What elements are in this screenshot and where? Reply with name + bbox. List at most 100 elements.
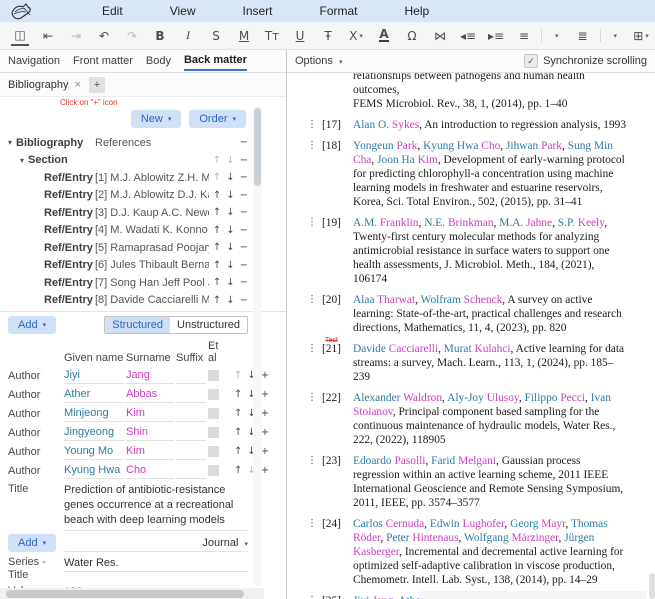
tab-navigation[interactable]: Navigation [8,52,60,70]
ref-entry-value[interactable]: [2] M.J. Ablowitz D.J. Kau [95,189,209,201]
tree-expand-icon[interactable]: ▾ [8,138,12,147]
given-name-field[interactable]: Ather [64,387,124,403]
font-color-icon[interactable]: A [375,26,393,46]
tree-row-ref-entry[interactable]: Ref/Entry [4] M. Wadati K. Konno Y.I ↑ ↓… [0,222,286,240]
author-surname[interactable]: Park [541,140,562,152]
italic-icon[interactable]: I [179,26,197,46]
author-surname[interactable]: Franklin [380,217,419,229]
given-name-field[interactable]: Jingyeong [64,425,124,441]
remove-icon[interactable]: − [240,225,248,236]
bib-entry[interactable]: ⋮ [20] Alaa Tharwat, Wolfram Schenck, A … [307,293,629,335]
remove-icon[interactable]: − [240,172,248,183]
author-surname[interactable]: Waldron [403,392,442,404]
bib-entry[interactable]: ⋮ [24] Carlos Cernuda, Edwin Lughofer, G… [307,517,629,587]
author-given-name[interactable]: A.M. [353,217,380,229]
move-up-icon[interactable]: ↑ [234,389,242,400]
author-surname[interactable]: Brinkman [448,217,494,229]
move-up-icon[interactable]: ↑ [213,172,221,183]
add-row-icon[interactable]: + [261,389,269,400]
tree-row-ref-entry[interactable]: Ref/Entry [5] Ramaprasad Poojary A ↑ ↓ − [0,239,286,257]
move-up-icon[interactable]: ↑ [234,408,242,419]
drag-handle-icon[interactable]: ⋮ [307,594,319,599]
author-given-name[interactable]: Joon Ha [377,154,418,166]
author-given-name[interactable]: Alaa [353,294,377,306]
menu-item-help[interactable]: Help [405,4,430,18]
remove-icon[interactable]: − [240,190,248,201]
author-given-name[interactable]: Jiyi [353,595,372,599]
menu-item-edit[interactable]: Edit [102,4,123,18]
author-surname[interactable]: Cacciarelli [389,343,438,355]
drag-handle-icon[interactable]: ⋮ [307,293,319,335]
undo-icon[interactable]: ↶ [95,26,113,46]
redo-icon[interactable]: ↷ [123,26,141,46]
author-given-name[interactable]: Sung Min [568,140,613,152]
author-surname[interactable]: Jahne [526,217,552,229]
move-up-icon[interactable]: ↑ [234,465,242,476]
synchronize-scrolling-checkbox[interactable]: ✓ [524,54,538,68]
strikethrough-icon[interactable]: S [207,26,225,46]
left-vertical-scrollbar[interactable] [253,106,262,586]
left-horizontal-scrollbar[interactable] [0,588,264,599]
author-given-name[interactable]: Edwin [430,518,463,530]
move-up-icon[interactable]: ↑ [213,242,221,253]
add-row-icon[interactable]: + [261,465,269,476]
author-surname[interactable]: Schenck [464,294,503,306]
author-surname[interactable]: Röder [353,532,380,544]
author-given-name[interactable]: Peter [386,532,412,544]
suffix-field[interactable] [176,444,206,460]
mode-tab-unstructured[interactable]: Unstructured [170,317,247,333]
author-surname[interactable]: Kasberger [353,546,399,558]
author-surname[interactable]: Lughofer [462,518,504,530]
surname-field[interactable]: Jang [126,368,174,384]
mode-tab-structured[interactable]: Structured [105,317,170,333]
tree-root-value[interactable]: References [95,137,236,149]
move-up-icon[interactable]: ↑ [213,155,221,166]
bullet-list-icon[interactable]: ≡ [515,26,533,46]
author-given-name[interactable]: Davide [353,343,389,355]
move-down-icon[interactable]: ↓ [226,260,234,271]
move-down-icon[interactable]: ↓ [226,277,234,288]
remove-icon[interactable]: − [240,207,248,218]
author-given-name[interactable]: Farid [431,455,458,467]
move-up-icon[interactable]: ↑ [234,446,242,457]
tab-back-matter[interactable]: Back matter [184,51,247,71]
field-value[interactable]: Water Res. [64,556,248,572]
underline-icon[interactable]: U [291,26,309,46]
add-author-button[interactable]: Add ▾ [8,316,56,334]
tree-row-ref-entry[interactable]: Ref/Entry [2] M.J. Ablowitz D.J. Kau ↑ ↓… [0,187,286,205]
author-given-name[interactable]: Filippo [525,392,561,404]
tree-row-section[interactable]: ▾ Section ↑ ↓ − [0,152,286,170]
drag-handle-icon[interactable]: ⋮ [307,342,319,384]
indent-icon[interactable]: ▸≡ [487,26,505,46]
author-given-name[interactable]: N.E. [424,217,448,229]
author-given-name[interactable]: Yongeun [353,140,396,152]
author-surname[interactable]: Sykes [392,119,419,131]
numbered-list-icon[interactable]: ≣ [574,26,592,46]
tree-row-ref-entry[interactable]: Ref/Entry [3] D.J. Kaup A.C. Newell ↑ ↓ … [0,204,286,222]
menu-item-insert[interactable]: Insert [242,4,272,18]
author-given-name[interactable]: Alexander [353,392,403,404]
move-up-icon[interactable]: ↑ [213,190,221,201]
add-row-icon[interactable]: + [261,446,269,457]
tab-body[interactable]: Body [146,52,171,70]
author-surname[interactable]: Cho [481,140,500,152]
author-surname[interactable]: Keely [578,217,604,229]
move-up-icon[interactable]: ↑ [234,427,242,438]
move-up-icon[interactable]: ↑ [213,295,221,306]
author-given-name[interactable]: Edoardo [353,455,394,467]
et-al-checkbox[interactable] [208,446,219,457]
bib-entry[interactable]: ⋮ [17] Alan O. Sykes, An introduction to… [307,118,629,132]
add-row-icon[interactable]: + [261,408,269,419]
bib-entry[interactable]: ⋮ [23] Edoardo Pasolli, Farid Melgani, G… [307,454,629,510]
go-next-icon[interactable]: ⇥ [67,26,85,46]
menu-item-view[interactable]: View [170,4,196,18]
drag-handle-icon[interactable]: ⋮ [307,517,319,587]
special-character-icon[interactable]: Ω [403,26,421,46]
given-name-field[interactable]: Kyung Hwa [64,463,124,479]
add-row-icon[interactable]: + [261,427,269,438]
move-down-icon[interactable]: ↓ [226,295,234,306]
add-row-icon[interactable]: + [261,370,269,381]
author-given-name[interactable]: M.A. [499,217,526,229]
ref-entry-value[interactable]: [1] M.J. Ablowitz Z.H. Mus [95,172,209,184]
smallcaps-icon[interactable]: Tᴛ [263,26,281,46]
